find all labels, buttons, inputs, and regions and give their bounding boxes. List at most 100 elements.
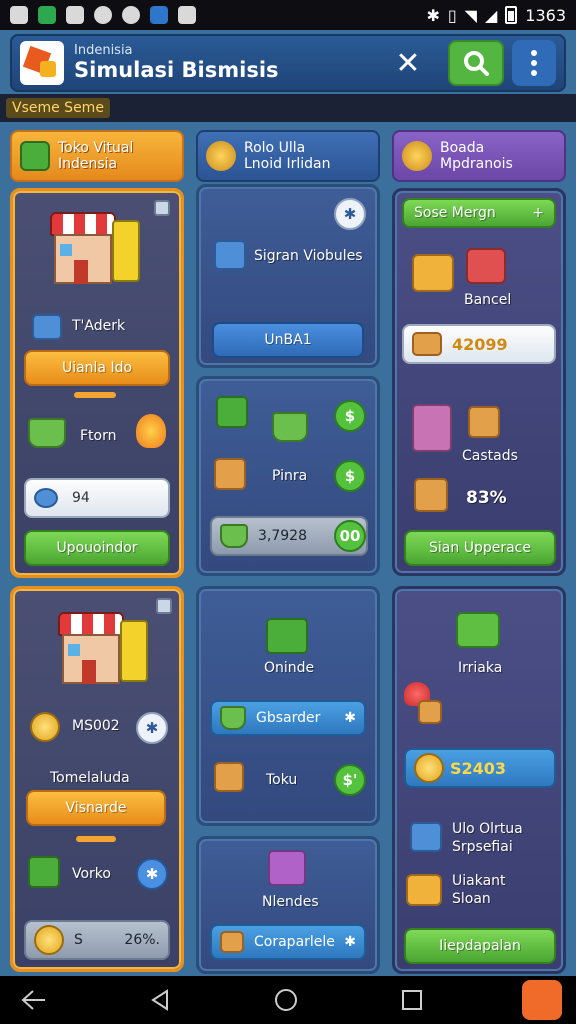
add-button[interactable]: $ xyxy=(334,460,366,492)
percent-value: 83% xyxy=(466,488,507,508)
gallery-icon xyxy=(178,6,196,24)
notification-icon xyxy=(94,6,112,24)
fleet-item-line1: Ulo Olrtua xyxy=(452,821,523,837)
shipment-field-label: Coraparlele xyxy=(254,934,335,950)
shipment-field[interactable]: Coraparlele ✱ xyxy=(210,924,366,960)
tab-label-line2: Indensia xyxy=(58,156,118,172)
app-logo xyxy=(20,41,64,85)
boost-button[interactable]: ✱ xyxy=(334,198,366,230)
tab-virtual-store[interactable]: Toko Vitual Indensia xyxy=(10,130,184,182)
crate-icon xyxy=(414,478,448,512)
wifi-icon: ◥ xyxy=(464,5,477,25)
truck-icon xyxy=(406,874,442,906)
gear-icon xyxy=(402,141,432,171)
tab-label-line1: Rolo Ulla xyxy=(244,139,306,156)
record-icon xyxy=(122,6,140,24)
chat-icon xyxy=(38,6,56,24)
close-icon: ✕ xyxy=(395,45,421,81)
cart-icon xyxy=(272,412,308,442)
truck-icon xyxy=(456,612,500,648)
building-icon xyxy=(412,404,452,452)
expand-button[interactable]: Iiepdapalan xyxy=(404,928,556,964)
search-button[interactable] xyxy=(448,40,504,86)
fleet-item-line1: Uiakant xyxy=(452,873,506,889)
app-icon xyxy=(150,6,168,24)
progress-value: 26%. xyxy=(124,932,160,948)
cart-icon xyxy=(28,418,66,448)
recents-button[interactable] xyxy=(392,984,432,1016)
store-action-button[interactable]: Uianla Ido xyxy=(24,350,170,386)
store-name-label: Tomelaluda xyxy=(50,770,130,786)
store-action-button[interactable]: Visnarde xyxy=(26,790,166,826)
divider xyxy=(74,392,116,398)
sub-bar: Vseme Seme xyxy=(0,94,576,122)
nav-back-button[interactable] xyxy=(140,984,180,1016)
merge-label: Sose Mergn xyxy=(414,205,496,221)
square-icon xyxy=(402,990,422,1010)
fleet-price: S2403 xyxy=(450,758,507,778)
coin-icon xyxy=(34,925,64,955)
shipment-label: Nlendes xyxy=(262,894,319,910)
storage-label: Castads xyxy=(462,448,518,464)
progress-s: S xyxy=(74,932,83,948)
crate-icon xyxy=(32,314,62,340)
tab-board[interactable]: Boada Mpdranois xyxy=(392,130,566,182)
upgrade-button[interactable]: Sian Upperace xyxy=(404,530,556,566)
task-shortcut-icon[interactable] xyxy=(522,980,562,1020)
value: 3,7928 xyxy=(258,528,307,544)
more-menu-button[interactable] xyxy=(512,40,556,86)
tab-label-line1: Toko Vitual xyxy=(58,139,134,156)
stock-value: 94 xyxy=(72,490,90,506)
gold-bar-icon xyxy=(412,332,442,356)
merge-button[interactable]: Sose Mergn + xyxy=(402,198,556,228)
app-subtitle: Indenisia xyxy=(74,43,133,59)
star-icon: ✱ xyxy=(344,710,356,726)
market-card xyxy=(392,188,566,576)
subbar-label: Vseme Seme xyxy=(6,98,110,118)
fleet-label: Irriaka xyxy=(458,660,503,676)
media-icon xyxy=(66,6,84,24)
add-button[interactable]: $ xyxy=(334,400,366,432)
unbar-button[interactable]: UnBA1 xyxy=(212,322,364,358)
tab-label-line1: Boada xyxy=(440,139,485,156)
boost-button[interactable]: ✱ xyxy=(136,858,168,890)
gear-icon xyxy=(206,141,236,171)
value-badge: 00 xyxy=(334,520,366,552)
crate-icon xyxy=(220,931,244,953)
coin-icon xyxy=(30,712,60,742)
tab-role[interactable]: Rolo Ulla Lnoid Irlidan xyxy=(196,130,380,182)
navigation-bar xyxy=(0,976,576,1024)
home-button[interactable] xyxy=(266,984,306,1016)
app-title: Simulasi Bismisis xyxy=(74,57,279,82)
tab-label-line2: Mpdranois xyxy=(440,156,513,172)
vehicle-label: Bancel xyxy=(464,292,512,308)
close-button[interactable]: ✕ xyxy=(388,43,428,83)
divider xyxy=(76,836,116,842)
pin-icon[interactable] xyxy=(156,598,172,614)
fleet-price-field: S2403 xyxy=(404,748,556,788)
boost-button[interactable]: ✱ xyxy=(136,712,168,744)
item-label: Pinra xyxy=(272,468,308,484)
bluetooth-icon: ✱ xyxy=(426,5,440,25)
back-button[interactable] xyxy=(14,984,54,1016)
money-bag-icon xyxy=(414,753,444,783)
vibrate-icon: ▯ xyxy=(447,5,457,25)
fire-icon xyxy=(136,414,166,448)
product-field[interactable]: Gbsarder ✱ xyxy=(210,700,366,736)
status-bar: ✱ ▯ ◥ ◢ 1363 xyxy=(0,0,576,30)
triangle-back-icon xyxy=(151,989,168,1011)
plus-icon: + xyxy=(532,205,544,221)
signal-icon: ◢ xyxy=(484,5,498,25)
upgrade-button[interactable]: Upouoindor xyxy=(24,530,170,566)
add-button[interactable]: $' xyxy=(334,764,366,796)
image-icon xyxy=(10,6,28,24)
price-field: 42099 xyxy=(402,324,556,364)
search-icon xyxy=(464,51,489,76)
price-value: 42099 xyxy=(452,334,508,354)
star-icon: ✱ xyxy=(344,934,356,950)
pin-icon[interactable] xyxy=(154,200,170,216)
coin-stack-icon xyxy=(34,488,58,508)
tab-label-line2: Lnoid Irlidan xyxy=(244,156,331,172)
product-field-label: Gbsarder xyxy=(256,710,321,726)
progress-field: S 26%. xyxy=(24,920,170,960)
